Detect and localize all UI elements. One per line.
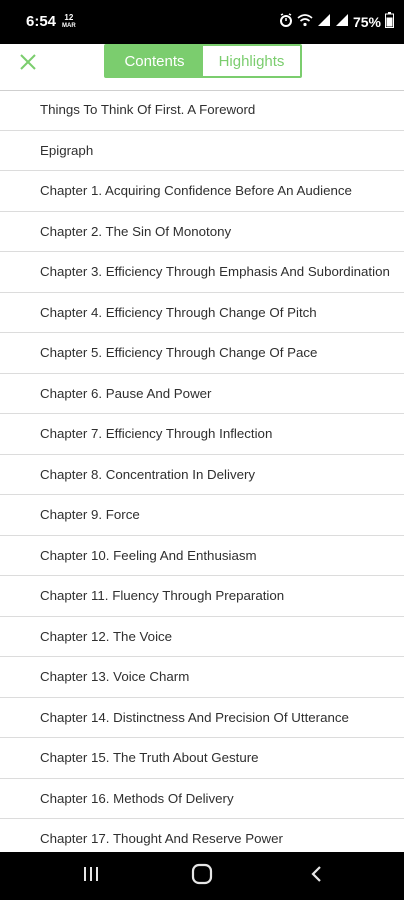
back-icon [309,865,323,888]
status-icons: 75% [279,11,394,33]
alarm-icon [279,12,293,32]
tab-contents[interactable]: Contents [106,46,203,76]
battery-icon [385,11,394,33]
close-button[interactable] [16,52,40,76]
home-icon [191,863,213,890]
contents-list: Things To Think Of First. A Foreword Epi… [0,90,404,852]
toc-item[interactable]: Chapter 16. Methods Of Delivery [0,779,404,819]
toc-item[interactable]: Chapter 1. Acquiring Confidence Before A… [0,171,404,212]
recent-apps-icon [82,866,100,887]
toc-item[interactable]: Chapter 2. The Sin Of Monotony [0,212,404,252]
toc-item[interactable]: Chapter 15. The Truth About Gesture [0,738,404,779]
toc-item[interactable]: Chapter 5. Efficiency Through Change Of … [0,333,404,374]
close-icon [19,53,37,76]
signal-icon [317,13,331,32]
toc-item[interactable]: Chapter 11. Fluency Through Preparation [0,576,404,617]
toc-tabs: Contents Highlights [104,44,302,78]
back-button[interactable] [304,864,328,888]
status-date: 12 MAR [62,14,76,30]
toc-item[interactable]: Things To Think Of First. A Foreword [0,90,404,131]
status-date-day: 12 [64,13,74,22]
toc-item[interactable]: Chapter 17. Thought And Reserve Power [0,819,404,852]
wifi-icon [297,13,313,32]
toc-item[interactable]: Chapter 3. Efficiency Through Emphasis A… [0,252,404,293]
toc-item[interactable]: Chapter 4. Efficiency Through Change Of … [0,293,404,333]
status-date-month: MAR [62,23,76,29]
status-bar: 6:54 12 MAR 75% [0,0,404,44]
toc-item[interactable]: Epigraph [0,131,404,171]
recent-apps-button[interactable] [79,864,103,888]
status-time: 6:54 [26,13,57,30]
toc-item[interactable]: Chapter 10. Feeling And Enthusiasm [0,536,404,576]
tab-highlights[interactable]: Highlights [203,46,300,76]
toc-item[interactable]: Chapter 13. Voice Charm [0,657,404,698]
home-button[interactable] [190,863,214,890]
battery-percentage: 75% [352,14,381,30]
toc-header: Contents Highlights [0,44,404,91]
toc-item[interactable]: Chapter 12. The Voice [0,617,404,657]
toc-item[interactable]: Chapter 7. Efficiency Through Inflection [0,414,404,455]
system-nav-bar [0,852,404,900]
toc-item[interactable]: Chapter 8. Concentration In Delivery [0,455,404,495]
toc-item[interactable]: Chapter 14. Distinctness And Precision O… [0,698,404,738]
toc-item[interactable]: Chapter 9. Force [0,495,404,536]
toc-item[interactable]: Chapter 6. Pause And Power [0,374,404,414]
signal-icon [335,13,349,32]
